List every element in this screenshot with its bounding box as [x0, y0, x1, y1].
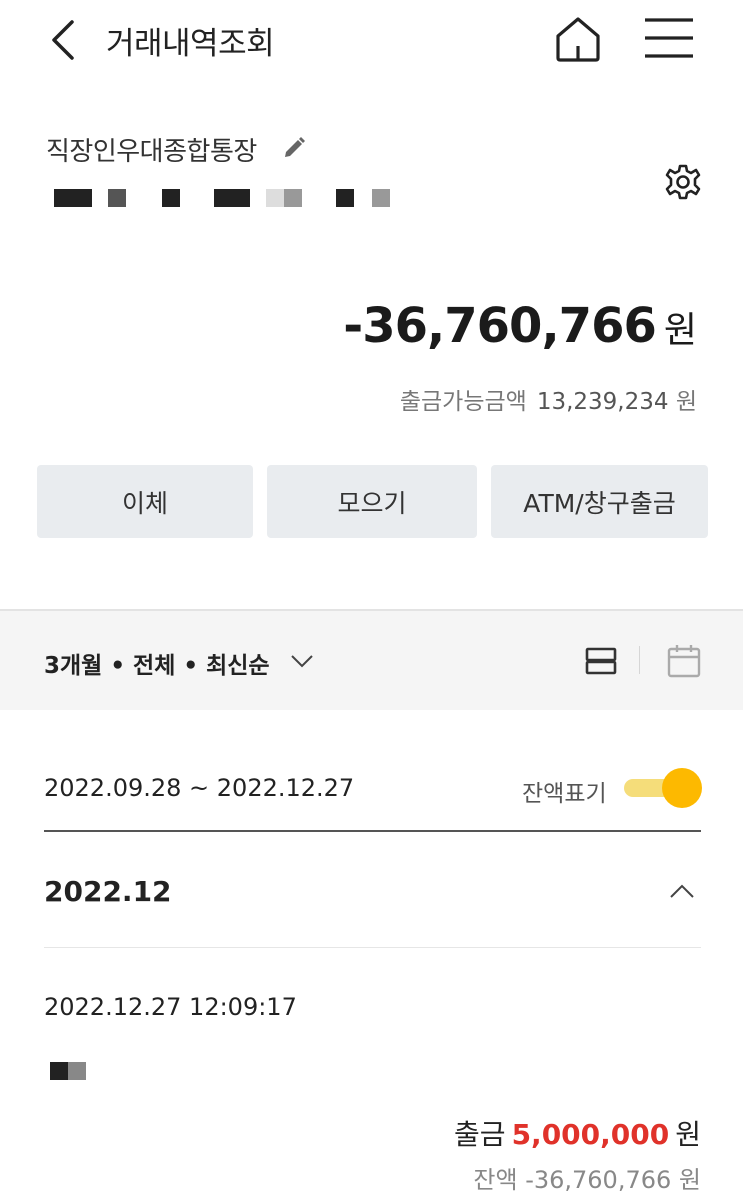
- available-unit: 원: [675, 389, 697, 415]
- balance-amount: -36,760,766: [343, 298, 657, 354]
- chevron-down-icon: [291, 655, 313, 668]
- account-number-masked: [54, 189, 394, 207]
- month-divider: [44, 947, 701, 948]
- transaction-description-masked: [50, 1062, 90, 1080]
- back-button[interactable]: [44, 16, 84, 64]
- list-view-button[interactable]: [584, 643, 618, 679]
- atm-withdraw-button[interactable]: ATM/창구출금: [491, 465, 708, 538]
- calendar-icon: [667, 645, 701, 678]
- transaction-amount-value: 5,000,000: [511, 1118, 670, 1151]
- transaction-type: 출금: [454, 1118, 506, 1151]
- available-value: 13,239,234: [536, 389, 669, 415]
- chevron-up-icon: [670, 884, 694, 898]
- transaction-amount: 출금 5,000,000 원: [454, 1113, 701, 1153]
- balance-toggle[interactable]: [624, 767, 702, 809]
- transaction-amount-unit: 원: [675, 1118, 701, 1151]
- hamburger-menu-icon: [645, 18, 693, 58]
- pencil-icon: [285, 137, 305, 157]
- balance-display: -36,760,766 원: [343, 298, 697, 354]
- period-range: 2022.09.28 ~ 2022.12.27: [44, 774, 355, 802]
- menu-button[interactable]: [641, 14, 697, 64]
- period-divider: [44, 830, 701, 832]
- transaction-balance: 잔액 -36,760,766 원: [473, 1160, 701, 1195]
- month-collapse-button[interactable]: [668, 880, 696, 902]
- month-group-label: 2022.12: [44, 875, 172, 908]
- view-toggle-separator: [639, 646, 640, 674]
- home-button[interactable]: [551, 12, 605, 66]
- list-view-icon: [585, 647, 617, 675]
- gear-icon: [665, 164, 701, 200]
- transaction-balance-label: 잔액: [473, 1166, 518, 1194]
- filter-dropdown[interactable]: 3개월 • 전체 • 최신순: [44, 646, 270, 680]
- available-amount: 출금가능금액 13,239,234 원: [400, 382, 697, 416]
- page-title: 거래내역조회: [106, 26, 275, 62]
- available-label: 출금가능금액: [399, 389, 527, 415]
- balance-unit: 원: [663, 310, 697, 351]
- transaction-datetime: 2022.12.27 12:09:17: [44, 993, 297, 1021]
- calendar-view-button[interactable]: [665, 642, 703, 680]
- transfer-button[interactable]: 이체: [37, 465, 253, 538]
- chevron-left-icon: [52, 20, 74, 60]
- home-icon: [556, 17, 600, 62]
- collect-button[interactable]: 모으기: [267, 465, 477, 538]
- filter-dropdown-toggle[interactable]: [290, 650, 314, 672]
- account-name: 직장인우대종합통장: [46, 137, 257, 167]
- account-settings-button[interactable]: [663, 162, 703, 202]
- edit-account-name-button[interactable]: [281, 135, 307, 161]
- toggle-knob: [662, 768, 702, 808]
- transaction-balance-value: -36,760,766: [525, 1166, 672, 1194]
- transaction-balance-unit: 원: [678, 1166, 701, 1194]
- balance-toggle-label: 잔액표기: [522, 781, 607, 807]
